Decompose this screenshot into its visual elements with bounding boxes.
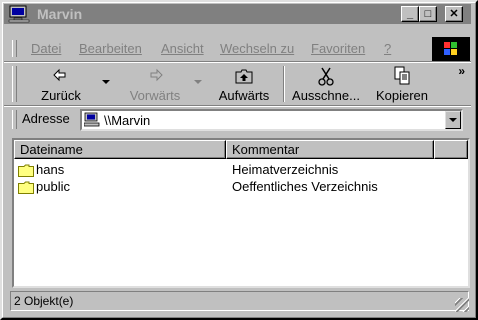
copy-button[interactable]: Kopieren: [366, 64, 438, 104]
status-bar: 2 Objekt(e): [4, 290, 471, 314]
toolbar-grip[interactable]: [12, 66, 17, 102]
address-dropdown-button[interactable]: [445, 111, 461, 129]
column-header-filename[interactable]: Dateiname: [14, 140, 226, 159]
menu-bar: Datei Bearbeiten Ansicht Wechseln zu Fav…: [4, 37, 471, 61]
title-bar[interactable]: Marvin _ □ ✕: [4, 4, 471, 24]
address-value: \\Marvin: [104, 113, 151, 128]
address-bar: Adresse \\Marvin: [4, 108, 471, 132]
forward-dropdown-arrow[interactable]: [194, 80, 202, 84]
copy-documents-icon: [394, 66, 410, 85]
network-computer-small-icon: [84, 112, 100, 127]
minimize-icon: _: [406, 8, 414, 20]
menu-help[interactable]: ?: [384, 41, 391, 56]
maximize-icon: □: [424, 8, 432, 20]
folder-icon: [18, 181, 34, 194]
folder-up-icon: [235, 69, 253, 84]
item-name: hans: [36, 162, 65, 177]
window-title: Marvin: [37, 6, 83, 22]
menu-datei[interactable]: Datei: [31, 41, 61, 56]
address-grip[interactable]: [12, 110, 17, 129]
up-label: Aufwärts: [218, 88, 270, 103]
item-comment: Heimatverzeichnis: [232, 162, 339, 177]
explorer-window: Marvin _ □ ✕ Datei Bearbeiten Ansicht We…: [0, 0, 478, 320]
toolbar-more-chevron[interactable]: »: [458, 64, 465, 78]
close-button[interactable]: ✕: [445, 6, 463, 22]
menu-separator: [4, 61, 471, 63]
item-name: public: [36, 179, 70, 194]
menu-ansicht[interactable]: Ansicht: [161, 41, 204, 56]
item-comment: Oeffentliches Verzeichnis: [232, 179, 378, 194]
folder-icon: [18, 164, 34, 177]
scissors-icon: [318, 67, 334, 86]
copy-label: Kopieren: [375, 88, 429, 103]
windows-flag-icon: [444, 42, 457, 55]
list-item[interactable]: hans Heimatverzeichnis: [16, 162, 456, 179]
cut-label: Ausschne...: [292, 88, 360, 103]
close-icon: ✕: [449, 8, 459, 20]
cut-button[interactable]: Ausschne...: [288, 64, 364, 104]
resize-grip-icon[interactable]: [455, 298, 469, 312]
back-label: Zurück: [41, 88, 81, 103]
toolbar-separator: [283, 66, 285, 102]
column-header-comment[interactable]: Kommentar: [226, 140, 434, 159]
forward-arrow-icon: [150, 68, 163, 82]
menu-wechseln-zu[interactable]: Wechseln zu: [220, 41, 294, 56]
standard-toolbar: Zurück Vorwärts Aufwärts Ausschne... Kop…: [4, 64, 471, 106]
address-label: Adresse: [22, 111, 70, 126]
forward-button[interactable]: Vorwärts: [114, 64, 196, 104]
list-item[interactable]: public Oeffentliches Verzeichnis: [16, 179, 456, 196]
back-dropdown-arrow[interactable]: [102, 80, 110, 84]
maximize-button[interactable]: □: [419, 6, 437, 22]
minimize-button[interactable]: _: [401, 6, 419, 22]
forward-label: Vorwärts: [129, 88, 181, 103]
network-computer-icon: [8, 5, 30, 23]
address-field[interactable]: \\Marvin: [80, 109, 463, 131]
back-arrow-icon: [53, 68, 66, 82]
back-button[interactable]: Zurück: [20, 64, 102, 104]
file-list[interactable]: Dateiname Kommentar hans Heimatverzeichn…: [12, 138, 470, 288]
status-text: 2 Objekt(e): [10, 291, 469, 311]
windows-logo: [432, 37, 470, 61]
up-button[interactable]: Aufwärts: [208, 64, 280, 104]
menu-bearbeiten[interactable]: Bearbeiten: [79, 41, 142, 56]
menu-grip[interactable]: [12, 40, 17, 57]
menu-favoriten[interactable]: Favoriten: [311, 41, 365, 56]
column-header-empty[interactable]: [434, 140, 468, 159]
toolbar-separator-line: [4, 105, 471, 107]
